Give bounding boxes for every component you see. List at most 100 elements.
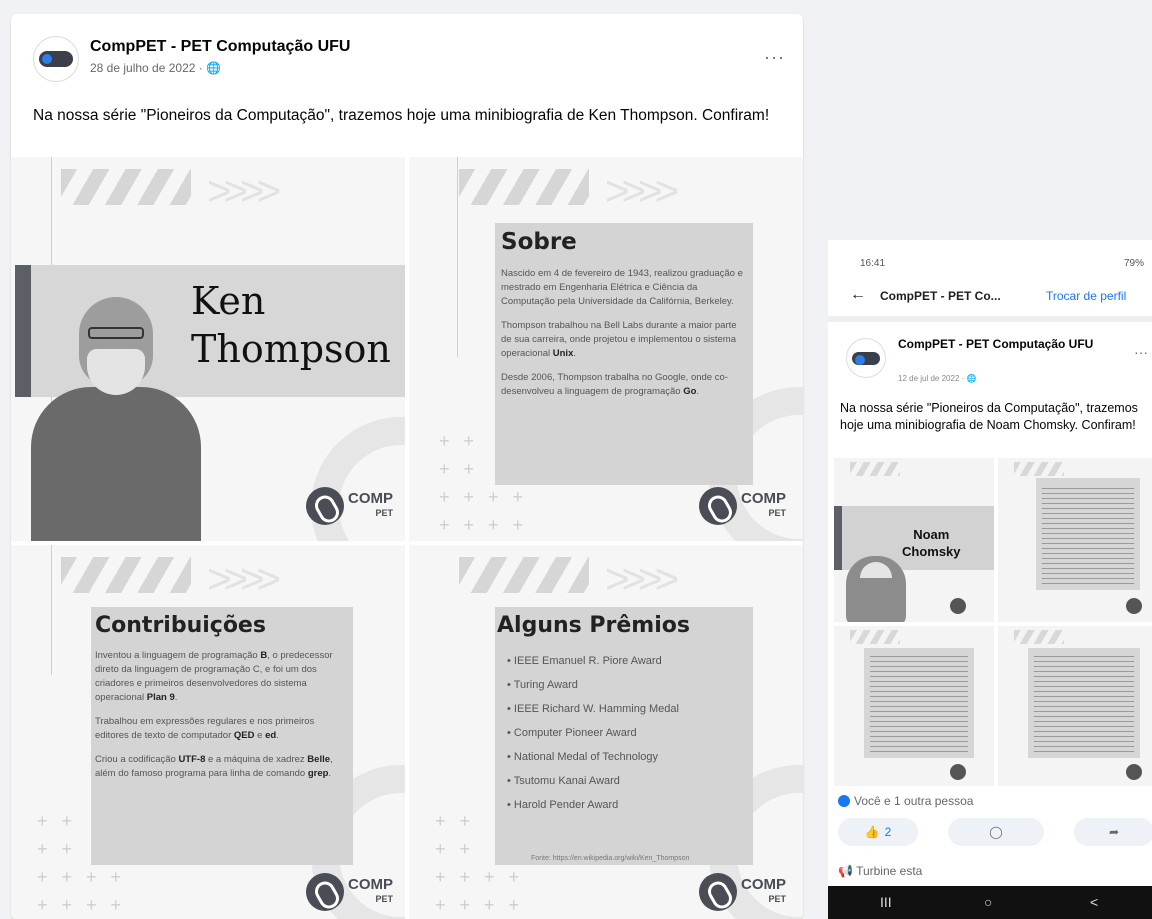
like-count: 2 xyxy=(884,825,892,839)
decor-line xyxy=(457,157,458,357)
comment-button[interactable]: ◯ xyxy=(948,818,1044,846)
contributions-paragraph-2: Trabalhou em expressões regulares e nos … xyxy=(95,715,347,743)
about-p2-end: . xyxy=(573,348,576,359)
contributions-title: Contribuições xyxy=(95,613,266,638)
logo-text: COMP PET xyxy=(741,877,786,907)
contrib-p2-b: QED xyxy=(233,730,255,741)
mobile-contrib-text-lines xyxy=(870,656,968,752)
person-glasses xyxy=(88,327,144,339)
slide-name[interactable]: >>>> Ken Thompson COMP PET xyxy=(11,157,405,541)
page-name-link[interactable]: CompPET - PET Computação UFU xyxy=(90,38,350,56)
name-line-1: Ken xyxy=(191,279,266,323)
mobile-slide-name[interactable]: Noam Chomsky xyxy=(834,458,994,622)
slide-contributions[interactable]: >>>> ++ ++ ++++ ++++ Contribuições Inventou… xyxy=(11,545,405,919)
decor-chevrons: >>>> xyxy=(605,167,679,214)
post-header: CompPET - PET Computação UFU 28 de julho… xyxy=(11,14,803,94)
comppet-logo-icon xyxy=(1126,764,1142,780)
awards-list: IEEE Emanuel R. Piore AwardTuring AwardI… xyxy=(507,649,747,817)
mobile-more-options-button[interactable]: ··· xyxy=(1134,344,1148,360)
source-caption: Fonte: https://en.wikipedia.org/wiki/Ken… xyxy=(531,855,690,862)
comppet-logo: COMP PET xyxy=(699,873,786,911)
contrib-p2-d: ed xyxy=(265,730,277,741)
mobile-slide-awards[interactable] xyxy=(998,626,1152,786)
mobile-about-text-lines xyxy=(1042,488,1134,584)
award-item: IEEE Emanuel R. Piore Award xyxy=(507,649,747,673)
mobile-page-avatar[interactable] xyxy=(846,338,886,378)
comppet-logo: COMP PET xyxy=(306,873,393,911)
thumbs-up-icon: 👍 xyxy=(864,825,880,839)
award-item: Turing Award xyxy=(507,673,747,697)
comppet-disc-icon xyxy=(306,873,344,911)
mobile-image-grid[interactable]: Noam Chomsky xyxy=(834,458,1152,786)
decor-slashes xyxy=(61,169,191,205)
decor-slashes xyxy=(459,169,589,205)
decor-chevrons: >>>> xyxy=(605,555,679,602)
about-p3-end: . xyxy=(696,386,700,397)
like-button[interactable]: 👍 2 xyxy=(838,818,918,846)
megaphone-icon: 📢 xyxy=(838,864,853,878)
award-item: Computer Pioneer Award xyxy=(507,721,747,745)
contrib-p3-f: grep xyxy=(307,768,329,779)
comppet-logo-icon xyxy=(852,351,880,365)
back-arrow-icon[interactable]: ← xyxy=(850,286,866,304)
contrib-p1-e: . xyxy=(174,692,178,703)
decor-slashes xyxy=(61,557,191,593)
contrib-p3-b: UTF-8 xyxy=(178,754,206,765)
contributions-body: Inventou a linguagem de programação B, o… xyxy=(95,649,347,791)
comment-bubble-icon: ◯ xyxy=(989,825,1003,839)
mobile-slide-person-name: Noam Chomsky xyxy=(902,526,961,560)
more-options-button[interactable]: ··· xyxy=(764,47,785,68)
mobile-post-timestamp[interactable]: 12 de jul de 2022 · 🌐 xyxy=(898,374,976,383)
contrib-p3-c: e a máquina de xadrez xyxy=(205,754,308,765)
share-button[interactable]: ➦ xyxy=(1074,818,1152,846)
contrib-p2-c: e xyxy=(254,730,266,741)
mobile-actions-bar: 👍 2 ◯ ➦ xyxy=(838,818,1152,848)
home-button[interactable]: ○ xyxy=(984,894,992,910)
logo-word: COMP xyxy=(348,490,393,507)
comppet-logo-icon xyxy=(39,51,73,67)
contrib-p2-e: . xyxy=(276,730,279,741)
contributions-paragraph-1: Inventou a linguagem de programação B, o… xyxy=(95,649,347,705)
about-p2-bold: Unix xyxy=(552,348,574,359)
reactions-summary[interactable]: Você e 1 outra pessoa xyxy=(838,794,973,808)
back-button[interactable]: < xyxy=(1090,894,1098,910)
contrib-p1-d: Plan 9 xyxy=(146,692,175,703)
decor-slashes xyxy=(1014,462,1064,476)
comppet-logo: COMP PET xyxy=(699,487,786,525)
slide-awards[interactable]: >>>> ++++++++++++ Alguns Prêmios IEEE Em… xyxy=(409,545,803,919)
mobile-slide-contributions[interactable] xyxy=(834,626,994,786)
mobile-screenshot: 16:41 79% ← CompPET - PET Co... Trocar d… xyxy=(828,240,1152,919)
logo-word: COMP xyxy=(741,490,786,507)
comppet-logo-icon xyxy=(950,764,966,780)
post-text: Na nossa série "Pioneiros da Computação"… xyxy=(33,107,770,124)
recent-apps-button[interactable]: III xyxy=(880,894,892,910)
decor-slashes xyxy=(1014,630,1064,644)
divider xyxy=(828,316,1152,322)
mobile-slide-about[interactable] xyxy=(998,458,1152,622)
post-timestamp[interactable]: 28 de julho de 2022 · 🌐 xyxy=(90,61,221,75)
status-battery: 79% xyxy=(1123,258,1144,269)
switch-profile-link[interactable]: Trocar de perfil xyxy=(1046,289,1126,303)
award-item: Harold Pender Award xyxy=(507,793,747,817)
comppet-disc-icon xyxy=(306,487,344,525)
logo-sub: PET xyxy=(768,508,786,518)
logo-text: COMP PET xyxy=(348,877,393,907)
mobile-page-name[interactable]: CompPET - PET Computação UFU xyxy=(898,337,1098,352)
share-arrow-icon: ➦ xyxy=(1108,825,1120,839)
decor-chevrons: >>>> xyxy=(207,167,281,214)
boost-post-link[interactable]: 📢 Turbine esta xyxy=(838,864,922,878)
contrib-p2-a: Trabalhou em expressões regulares e nos … xyxy=(95,716,315,741)
about-paragraph-3: Desde 2006, Thompson trabalha no Google,… xyxy=(501,371,747,399)
contrib-p3-g: . xyxy=(328,768,332,779)
reactions-text: Você e 1 outra pessoa xyxy=(854,794,974,808)
mobile-name-line-1: Noam xyxy=(913,527,950,542)
page-avatar[interactable] xyxy=(33,36,79,82)
about-paragraph-2: Thompson trabalhou na Bell Labs durante … xyxy=(501,319,747,361)
mobile-person-photo xyxy=(846,556,906,622)
post-image-grid[interactable]: >>>> Ken Thompson COMP PET >>>> ++ ++ ++… xyxy=(11,157,803,919)
logo-text: COMP PET xyxy=(741,491,786,521)
about-title: Sobre xyxy=(501,229,577,255)
slide-about[interactable]: >>>> ++ ++ ++++ ++++ Sobre Nascido em 4 de … xyxy=(409,157,803,541)
name-line-2: Thompson xyxy=(191,327,391,371)
about-p2-text: Thompson trabalhou na Bell Labs durante … xyxy=(501,320,737,359)
